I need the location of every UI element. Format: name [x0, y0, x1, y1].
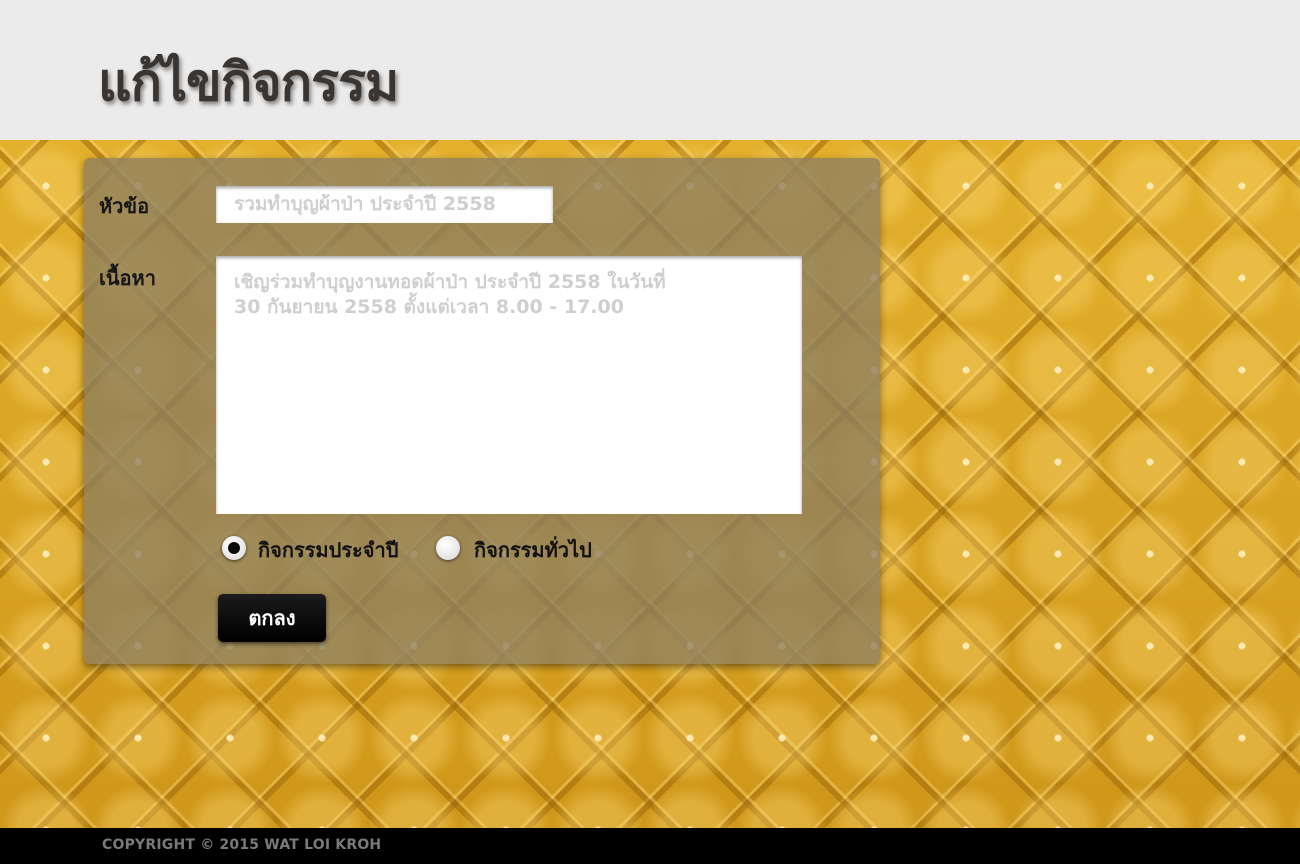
- header: แก้ไขกิจกรรม: [0, 0, 1300, 140]
- annual-activity-label[interactable]: กิจกรรมประจำปี: [258, 534, 398, 566]
- page-title: แก้ไขกิจกรรม: [98, 53, 399, 113]
- topic-input[interactable]: รวมทำบุญผ้าป่า ประจำปี 2558: [216, 186, 553, 223]
- footer: COPYRIGHT © 2015 WAT LOI KROH: [0, 828, 1300, 864]
- general-activity-label[interactable]: กิจกรรมทั่วไป: [474, 534, 592, 566]
- topic-label: หัวข้อ: [99, 194, 150, 218]
- content-label: เนื้อหา: [99, 266, 156, 290]
- copyright-text: COPYRIGHT © 2015 WAT LOI KROH: [102, 837, 382, 853]
- content-textarea[interactable]: เชิญร่วมทำบุญงานทอดผ้าป่า ประจำปี 2558 ใ…: [216, 256, 802, 514]
- annual-activity-radio[interactable]: [222, 536, 246, 560]
- general-activity-radio[interactable]: [436, 536, 460, 560]
- submit-button[interactable]: ตกลง: [218, 594, 326, 642]
